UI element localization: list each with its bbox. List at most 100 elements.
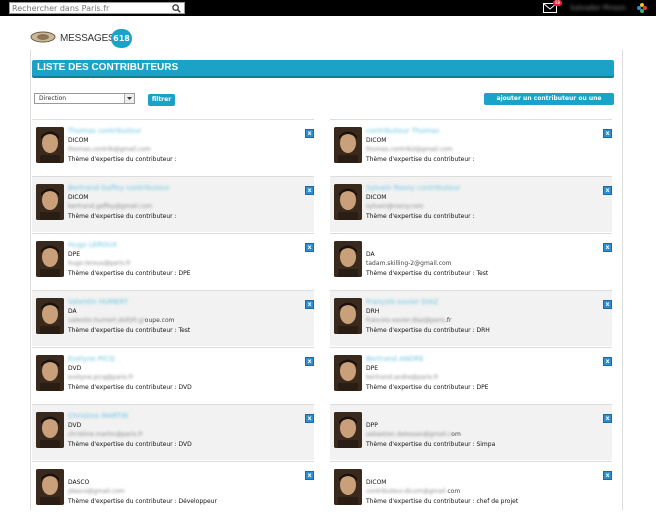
delete-contributor-button[interactable]: x: [603, 186, 612, 195]
contributor-theme: Thème d'expertise du contributeur : DRH: [366, 327, 490, 334]
contributor-name[interactable]: contributeur Thomas: [366, 127, 439, 135]
contributor-department: DA: [366, 251, 375, 258]
contributor-card: Valentin HUMERT DA valentin.humert.skillsf…: [32, 290, 314, 346]
contributor-email-hidden: sebastien.dalessan@gmail.c: [366, 431, 452, 438]
contributor-department: DRH: [366, 308, 380, 315]
mail-count-badge: 88: [553, 0, 562, 6]
delete-contributor-button[interactable]: x: [603, 129, 612, 138]
search-input[interactable]: [10, 3, 170, 13]
search-box[interactable]: [9, 2, 185, 14]
contributor-name[interactable]: Valentin HUMERT: [68, 298, 128, 306]
contributor-name[interactable]: Bertrand ANDRE: [366, 355, 424, 363]
contributor-name[interactable]: Bertrand Gaffey contributeur: [68, 184, 170, 192]
delete-contributor-button[interactable]: x: [603, 357, 612, 366]
contributor-card: Christine MARTIN DVD christine.martin@pari…: [32, 404, 314, 460]
contributor-card: Thomas contributeur DICOM thomas.contrib@g…: [32, 119, 314, 175]
contributor-card: DPP sebastien.dalessan@gmail.com Thème d'e…: [330, 404, 612, 460]
add-contributor-button[interactable]: ajouter un contributeur ou une direction: [484, 93, 614, 114]
contributor-card: DA tadam.skilling-2@gmail.com Thème d'expe…: [330, 233, 612, 289]
contributor-name[interactable]: Sylvain Rosny contributeur: [366, 184, 460, 192]
contributor-email: francois-xavier.diaz@paris.fr: [366, 317, 452, 324]
contributor-email-hidden: evelyne.picq@paris.fr: [68, 374, 134, 381]
contributor-name[interactable]: François-xavier DIAZ: [366, 298, 438, 306]
avatar: [334, 298, 362, 334]
contributor-theme: Thème d'expertise du contributeur : chef…: [366, 498, 519, 505]
contributor-email: tadam.skilling-2@gmail.com: [366, 260, 452, 267]
contributor-email-hidden: francois-xavier.diaz@paris: [366, 317, 445, 324]
contributor-email: thomas.contrib@gmail.com: [68, 146, 151, 153]
avatar: [334, 184, 362, 220]
contributor-email-visible: om: [451, 431, 461, 438]
delete-contributor-button[interactable]: x: [305, 300, 314, 309]
contributor-department: DPP: [366, 422, 378, 429]
contributor-card: François-xavier DIAZ DRH francois-xavier.d…: [330, 290, 612, 346]
contributor-name[interactable]: Thomas contributeur: [68, 127, 141, 135]
contributor-theme: Thème d'expertise du contributeur : Simp…: [366, 441, 496, 448]
delete-contributor-button[interactable]: x: [603, 414, 612, 423]
contributor-department: DICOM: [366, 194, 387, 201]
contributor-email: bertrand.andre@paris.fr: [366, 374, 439, 381]
contributor-theme: Thème d'expertise du contributeur : Déve…: [68, 498, 217, 505]
contributor-department: DPE: [68, 251, 81, 258]
user-name[interactable]: Salvador Pinson: [570, 4, 626, 12]
delete-contributor-button[interactable]: x: [603, 243, 612, 252]
contributor-card: Bertrand ANDRE DPE bertrand.andre@paris.fr…: [330, 347, 612, 403]
top-bar: 88 Salvador Pinson: [0, 0, 656, 16]
contributor-name[interactable]: Evelyne PICQ: [68, 355, 115, 363]
contributor-department: DICOM: [366, 137, 387, 144]
filter-button[interactable]: filtrer: [148, 94, 175, 106]
contributor-name[interactable]: Hugo LEROUX: [68, 241, 117, 249]
contributor-email-visible: .fr: [445, 317, 452, 324]
search-icon[interactable]: [172, 4, 181, 13]
contributor-email-hidden: valentin.humert.skillsfr.gr: [68, 317, 145, 324]
delete-contributor-button[interactable]: x: [305, 414, 314, 423]
delete-contributor-button[interactable]: x: [305, 186, 314, 195]
contributor-email: valentin.humert.skillsfr.groupe.com: [68, 317, 175, 324]
avatar: [36, 241, 64, 277]
contributor-email-hidden: jdasco@gmail.com: [68, 488, 125, 495]
contributor-department: DVD: [68, 365, 82, 372]
contributor-department: DPE: [366, 365, 379, 372]
contributor-theme: Thème d'expertise du contributeur : DVD: [68, 441, 192, 448]
contributor-email: hugo.leroux@paris.fr: [68, 260, 131, 267]
contributor-card: Hugo LEROUX DPE hugo.leroux@paris.fr Thème …: [32, 233, 314, 289]
delete-contributor-button[interactable]: x: [305, 357, 314, 366]
delete-contributor-button[interactable]: x: [305, 243, 314, 252]
contributor-card: DICOM contributeur.dicom@gmail.com Thème d…: [330, 461, 612, 517]
avatar: [36, 355, 64, 391]
messages-count-badge: 618: [111, 29, 132, 48]
contributor-card: DASCO jdasco@gmail.com Thème d'expertise d…: [32, 461, 314, 517]
contributor-theme: Thème d'expertise du contributeur : Test: [366, 270, 489, 277]
avatar: [334, 412, 362, 448]
delete-contributor-button[interactable]: x: [603, 471, 612, 480]
contributor-email: thomas.contrib2@gmail.com: [366, 146, 453, 153]
contributor-email-hidden: thomas.contrib@gmail.com: [68, 146, 151, 153]
chevron-down-icon[interactable]: [124, 94, 134, 103]
contributor-email: bertrand.gaffey@gmail.com: [68, 203, 152, 210]
contributor-department: DVD: [68, 422, 82, 429]
contributor-email-hidden: hugo.leroux@paris.fr: [68, 260, 131, 267]
contributor-email-visible: oupe.com: [144, 317, 175, 324]
direction-select[interactable]: Direction: [34, 93, 135, 104]
app-logo-icon[interactable]: [636, 2, 648, 14]
delete-contributor-button[interactable]: x: [305, 471, 314, 480]
avatar: [334, 355, 362, 391]
contributor-email-hidden: bertrand.gaffey@gmail.com: [68, 203, 153, 210]
contributor-department: DASCO: [68, 479, 90, 486]
contributor-email: sylvain@rosny.com: [366, 203, 423, 210]
contributor-department: DA: [68, 308, 77, 315]
contributor-theme: Thème d'expertise du contributeur : DVD: [68, 384, 192, 391]
contributor-theme: Thème d'expertise du contributeur : Test: [68, 327, 191, 334]
contributor-name[interactable]: Christine MARTIN: [68, 412, 128, 420]
contributor-email-hidden: contributeur.dicom@gmail.: [366, 488, 448, 495]
delete-contributor-button[interactable]: x: [603, 300, 612, 309]
contributor-department: DICOM: [366, 479, 387, 486]
contributor-department: DICOM: [68, 137, 89, 144]
contributor-card: Bertrand Gaffey contributeur DICOM bertran…: [32, 176, 314, 232]
contributor-email-hidden: christine.martin@paris.fr: [68, 431, 143, 438]
delete-contributor-button[interactable]: x: [305, 129, 314, 138]
contributor-theme: Thème d'expertise du contributeur :: [68, 156, 177, 163]
avatar: [36, 412, 64, 448]
avatar: [36, 298, 64, 334]
direction-select-value: Direction: [39, 95, 67, 102]
